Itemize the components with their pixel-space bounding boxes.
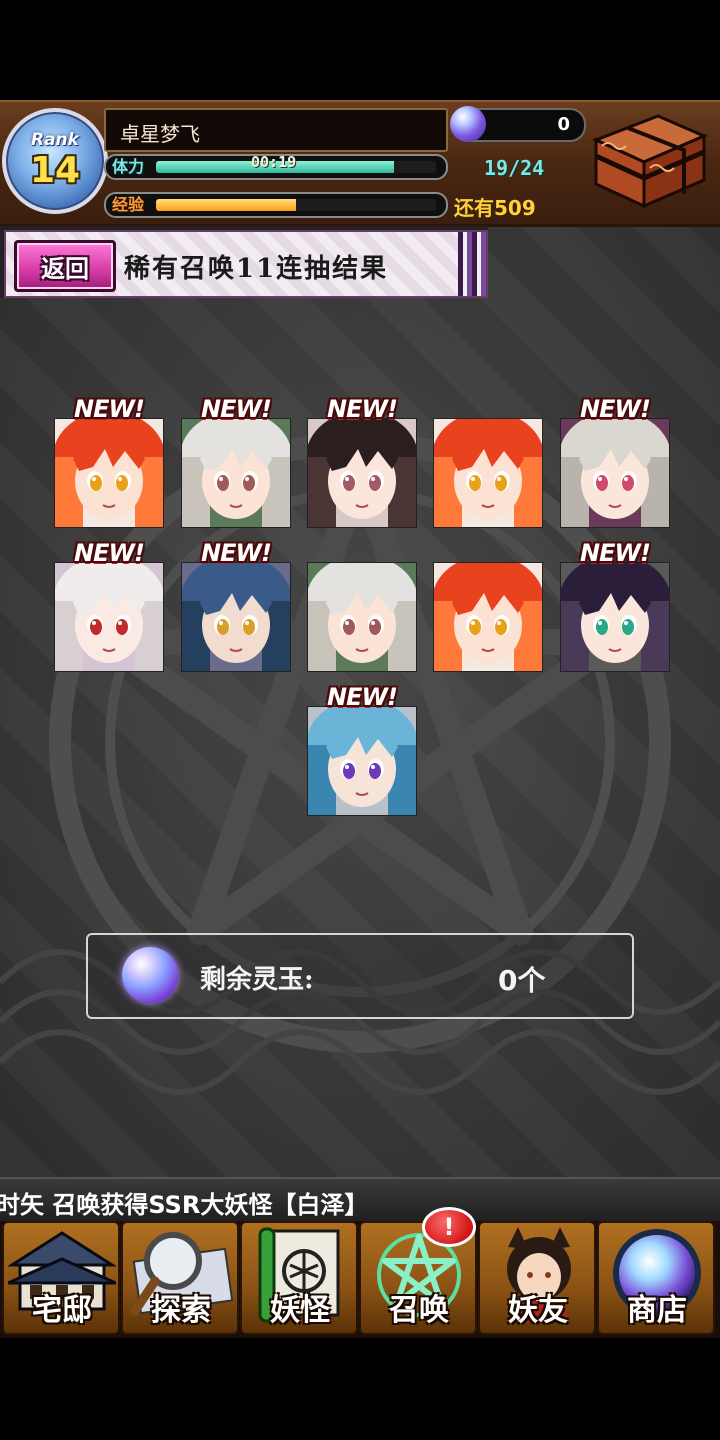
status-header: Rank 14 卓星梦飞 体力 00:19 经验 0 19/24 还有509 (0, 100, 720, 227)
nav-shop[interactable]: 商店 (597, 1221, 715, 1335)
nav-label-friends: 妖友 (508, 1293, 568, 1328)
new-badge: NEW! (580, 395, 651, 423)
gift-chest-icon[interactable] (588, 110, 710, 210)
exp-track (156, 199, 436, 211)
character-portrait (308, 563, 416, 671)
summon-alert-badge: ! (422, 1207, 476, 1247)
card-blue-hair-boy[interactable] (181, 562, 291, 672)
exp-bar: 经验 (104, 192, 448, 218)
card-red-hair-girl[interactable] (433, 418, 543, 528)
character-portrait (308, 707, 416, 815)
nav-label-summon: 召唤 (389, 1293, 449, 1328)
character-portrait (561, 563, 669, 671)
ticker-text: 时矢 召唤获得SSR大妖怪【白泽】 (0, 1191, 369, 1219)
stamina-bar: 体力 00:19 (104, 153, 448, 180)
character-portrait (434, 419, 542, 527)
stamina-timer: 00:19 (251, 153, 297, 171)
new-badge: NEW! (74, 539, 145, 567)
stamina-label: 体力 (112, 157, 145, 176)
nav-label-yokai: 妖怪 (270, 1293, 330, 1328)
remaining-orb-label: 剩余灵玉: (200, 965, 314, 995)
nav-label-mansion: 宅邸 (32, 1293, 92, 1328)
title-bar: 返回 稀有召唤11连抽结果 (0, 226, 488, 298)
bottom-nav: 宅邸 探索 妖怪 召唤 妖友 商店 (0, 1221, 720, 1338)
exp-fill (156, 199, 296, 211)
rank-badge[interactable]: Rank 14 (2, 108, 108, 214)
game-screen: Rank 14 卓星梦飞 体力 00:19 经验 0 19/24 还有509 返… (0, 0, 720, 1440)
new-badge: NEW! (201, 539, 272, 567)
title-stripes-decoration (458, 232, 486, 296)
nav-explore[interactable]: 探索 (121, 1221, 239, 1335)
card-white-hair-girl[interactable] (181, 418, 291, 528)
orb-counter[interactable]: 0 (450, 106, 586, 142)
card-white-haired-red-eyes[interactable] (54, 562, 164, 672)
card-white-hair-girl[interactable] (307, 562, 417, 672)
nav-label-explore: 探索 (151, 1293, 211, 1328)
card-frog-hat-girl[interactable] (560, 418, 670, 528)
card-black-hair-girl[interactable] (307, 418, 417, 528)
card-red-hair-girl[interactable] (54, 418, 164, 528)
new-badge: NEW! (201, 395, 272, 423)
new-badge: NEW! (74, 395, 145, 423)
character-portrait (182, 419, 290, 527)
character-portrait (55, 419, 163, 527)
new-badge: NEW! (580, 539, 651, 567)
character-portrait (308, 419, 416, 527)
remaining-orb-panel: 剩余灵玉: 0个 (86, 933, 634, 1019)
new-badge: NEW! (327, 683, 398, 711)
card-light-blue-hair-boy[interactable] (307, 706, 417, 816)
remaining-orb-value: 0个 (498, 964, 546, 997)
new-badge: NEW! (327, 395, 398, 423)
back-button[interactable]: 返回 (14, 240, 116, 292)
nav-label-shop: 商店 (627, 1293, 687, 1328)
rank-value: 14 (29, 150, 81, 191)
nav-mansion[interactable]: 宅邸 (2, 1221, 120, 1335)
page-title: 稀有召唤11连抽结果 (124, 254, 389, 284)
rank-label: Rank (31, 130, 79, 150)
player-name: 卓星梦飞 (120, 122, 200, 146)
character-portrait (561, 419, 669, 527)
stamina-count: 19/24 (484, 156, 545, 180)
back-label: 返回 (41, 255, 89, 283)
title-banner: 返回 稀有召唤11连抽结果 (4, 230, 488, 298)
player-name-box[interactable]: 卓星梦飞 (104, 108, 448, 152)
card-dark-hair-green-eyes[interactable] (560, 562, 670, 672)
character-portrait (55, 563, 163, 671)
spirit-orb-icon (122, 947, 178, 1003)
announcement-ticker: 时矢 召唤获得SSR大妖怪【白泽】 (0, 1177, 720, 1223)
exp-label: 经验 (112, 195, 145, 214)
exp-remaining: 还有509 (454, 196, 536, 220)
nav-friends[interactable]: 妖友 (478, 1221, 596, 1335)
orb-count: 0 (557, 114, 570, 135)
nav-yokai[interactable]: 妖怪 (240, 1221, 358, 1335)
card-red-hair-girl[interactable] (433, 562, 543, 672)
character-portrait (182, 563, 290, 671)
character-portrait (434, 563, 542, 671)
spirit-orb-icon (450, 106, 486, 142)
